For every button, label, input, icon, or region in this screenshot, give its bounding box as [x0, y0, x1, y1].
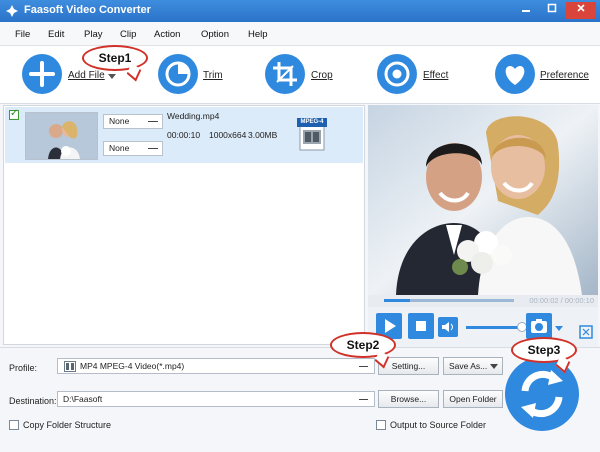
stop-button[interactable]	[408, 313, 434, 339]
audio-track-value: None	[109, 143, 130, 153]
chevron-down-icon	[555, 326, 563, 331]
menu-edit[interactable]: Edit	[48, 29, 64, 40]
snapshot-button[interactable]	[526, 313, 552, 339]
convert-button[interactable]	[505, 357, 579, 431]
browse-button[interactable]: Browse...	[378, 390, 439, 408]
pie-chart-icon	[165, 61, 191, 87]
chevron-down-icon	[359, 366, 368, 367]
copy-folder-checkbox[interactable]	[9, 420, 19, 430]
effect-label[interactable]: Effect	[423, 70, 448, 81]
file-duration: 00:00:10	[167, 130, 201, 140]
menu-clip[interactable]: Clip	[120, 29, 136, 40]
fullscreen-button[interactable]	[578, 324, 594, 340]
chevron-down-icon	[148, 148, 158, 149]
chevron-down-icon[interactable]	[108, 74, 116, 80]
fullscreen-icon	[579, 325, 593, 339]
couple-preview-image	[368, 105, 598, 295]
app-logo-icon	[6, 5, 18, 17]
preference-button[interactable]	[495, 54, 535, 94]
plus-icon	[29, 61, 55, 87]
menu-action[interactable]: Action	[154, 29, 180, 40]
heart-icon	[505, 66, 525, 85]
add-file-button[interactable]	[22, 54, 62, 94]
speaker-icon	[442, 322, 453, 332]
stop-icon	[416, 321, 426, 331]
effect-target-icon	[384, 61, 410, 87]
profile-label: Profile:	[9, 363, 38, 373]
volume-button[interactable]	[438, 317, 458, 337]
couple-thumbnail-image	[26, 113, 97, 159]
crop-button[interactable]	[265, 54, 305, 94]
menu-bar: File Edit Play Clip Action Option Help	[0, 22, 600, 46]
add-file-label[interactable]: Add File	[68, 70, 105, 81]
refresh-icon	[521, 370, 563, 418]
menu-play[interactable]: Play	[84, 29, 102, 40]
profile-value: MP4 MPEG-4 Video(*.mp4)	[80, 361, 185, 371]
menu-file[interactable]: File	[15, 29, 30, 40]
title-bar: Faasoft Video Converter	[0, 0, 600, 22]
menu-option[interactable]: Option	[201, 29, 229, 40]
step3-callout: Step3	[511, 337, 577, 363]
minimize-button[interactable]	[514, 2, 538, 19]
file-checkbox[interactable]	[9, 108, 19, 120]
step1-callout: Step1	[82, 45, 148, 71]
format-badge: MPEG-4	[297, 118, 327, 127]
profile-select[interactable]: MP4 MPEG-4 Video(*.mp4)	[57, 358, 375, 374]
open-folder-button[interactable]: Open Folder	[443, 390, 503, 408]
save-as-label: Save As...	[449, 361, 488, 371]
window-title: Faasoft Video Converter	[24, 4, 151, 16]
playback-time: 00:00:02 / 00:00:10	[529, 296, 594, 305]
crop-icon	[273, 62, 297, 86]
camera-icon	[531, 319, 547, 333]
playback-progress[interactable]: 00:00:02 / 00:00:10	[368, 295, 598, 307]
chevron-down-icon	[359, 399, 368, 400]
output-source-label: Output to Source Folder	[390, 420, 487, 430]
audio-track-dropdown[interactable]: None	[103, 141, 163, 156]
close-icon	[577, 4, 585, 12]
trim-label[interactable]: Trim	[203, 70, 223, 81]
mpeg4-format-icon: MPEG-4	[297, 116, 327, 152]
subtitle-value: None	[109, 116, 130, 126]
destination-select[interactable]: D:\Faasoft	[57, 391, 375, 407]
file-name: Wedding.mp4	[167, 111, 220, 121]
video-preview	[368, 105, 598, 295]
destination-value: D:\Faasoft	[63, 394, 103, 404]
maximize-button[interactable]	[540, 2, 564, 19]
file-resolution: 1000x664	[209, 130, 247, 140]
file-list: None None Wedding.mp4 00:00:10 1000x664 …	[3, 105, 365, 345]
maximize-icon	[547, 3, 557, 13]
file-row[interactable]: None None Wedding.mp4 00:00:10 1000x664 …	[5, 107, 363, 163]
step2-callout: Step2	[330, 332, 396, 358]
copy-folder-label: Copy Folder Structure	[23, 420, 112, 430]
snapshot-menu-button[interactable]	[554, 323, 564, 333]
chevron-down-icon	[148, 121, 158, 122]
minimize-icon	[522, 10, 530, 12]
chevron-down-icon	[490, 364, 498, 369]
volume-slider[interactable]	[466, 326, 522, 329]
video-thumbnail	[25, 112, 98, 160]
close-button[interactable]	[566, 2, 596, 19]
save-as-button[interactable]: Save As...	[443, 357, 503, 375]
subtitle-dropdown[interactable]: None	[103, 114, 163, 129]
menu-help[interactable]: Help	[248, 29, 268, 40]
preference-label[interactable]: Preference	[540, 70, 589, 81]
progress-fill	[384, 299, 410, 302]
trim-button[interactable]	[158, 54, 198, 94]
output-source-checkbox[interactable]	[376, 420, 386, 430]
destination-label: Destination:	[9, 396, 57, 406]
effect-button[interactable]	[377, 54, 417, 94]
crop-label[interactable]: Crop	[311, 70, 333, 81]
video-file-icon	[64, 361, 76, 372]
file-size: 3.00MB	[248, 130, 278, 140]
